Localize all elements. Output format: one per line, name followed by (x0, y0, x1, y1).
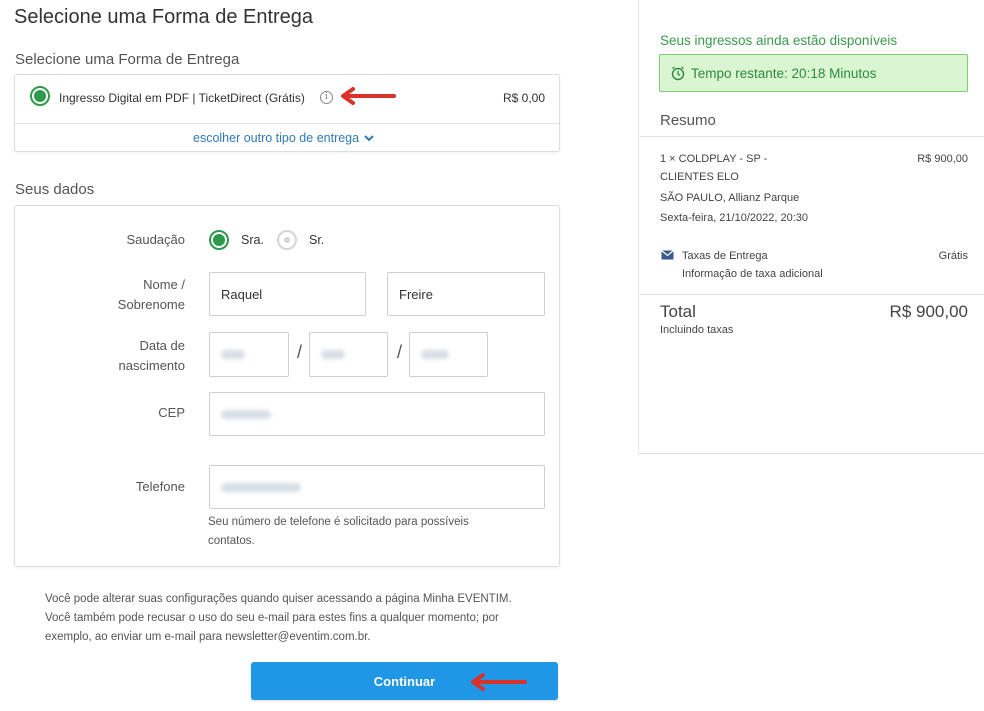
total-note: Incluindo taxas (660, 324, 734, 336)
salutation-label: Saudação (126, 232, 185, 247)
phone-hint: Seu número de telefone é solicitado para… (208, 513, 469, 551)
redacted-value (221, 482, 301, 492)
delivery-option-radio[interactable] (30, 86, 50, 106)
privacy-line1: Você pode alterar suas configurações qua… (45, 593, 512, 605)
item-price: R$ 900,00 (917, 153, 968, 165)
privacy-notice: Você pode alterar suas configurações qua… (45, 590, 512, 647)
sidebar-left-border (638, 0, 639, 453)
total-label: Total (660, 302, 696, 321)
salutation-option-sra[interactable]: Sra. (209, 230, 264, 250)
change-delivery-link-label: escolher outro tipo de entrega (193, 131, 360, 145)
birth-day-field[interactable] (209, 332, 289, 377)
delivery-card: Ingresso Digital em PDF | TicketDirect (… (14, 74, 560, 152)
radio-sra[interactable] (209, 230, 229, 250)
change-delivery-link[interactable]: escolher outro tipo de entrega (193, 131, 374, 145)
name-label: Nome / Sobrenome (75, 275, 185, 315)
alarm-clock-icon (671, 66, 685, 81)
event-date: Sexta-feira, 21/10/2022, 20:30 (660, 212, 808, 224)
divider (15, 123, 559, 124)
redacted-value (221, 409, 271, 419)
delivery-option-price: R$ 0,00 (502, 91, 545, 105)
summary-title: Resumo (660, 112, 716, 129)
delivery-option-label: Ingresso Digital em PDF | TicketDirect (… (59, 91, 305, 105)
date-separator: / (297, 342, 303, 362)
fee-note-link[interactable]: Informação de taxa adicional (682, 265, 823, 283)
sidebar-bottom-border (638, 453, 984, 454)
radio-sra-label: Sra. (241, 233, 264, 247)
cep-field[interactable] (209, 392, 545, 436)
birth-year-field[interactable] (409, 332, 488, 377)
timer-box: Tempo restante: 20:18 Minutos (659, 54, 968, 92)
phone-label: Telefone (135, 479, 185, 494)
fee-label: Taxas de Entrega (682, 250, 768, 262)
birthdate-label: Data de nascimento (75, 336, 185, 376)
redacted-value (421, 350, 449, 359)
last-name-field[interactable]: Freire (387, 272, 545, 316)
phone-field[interactable] (209, 465, 545, 509)
envelope-icon (661, 250, 674, 260)
redacted-value (321, 350, 345, 359)
divider (640, 136, 984, 137)
redacted-value (221, 350, 245, 359)
venue: SÃO PAULO, Allianz Parque (660, 192, 800, 204)
divider (640, 294, 984, 295)
birthdate-label-line1: Data de (139, 338, 185, 353)
date-separator: / (397, 342, 403, 362)
name-label-line2: Sobrenome (117, 297, 185, 312)
privacy-line3: exemplo, ao enviar um e-mail para newsle… (45, 631, 371, 643)
phone-hint-line1: Seu número de telefone é solicitado para… (208, 516, 469, 528)
delivery-option[interactable]: Ingresso Digital em PDF | TicketDirect (… (15, 75, 559, 123)
salutation-option-sr[interactable]: Sr. (277, 230, 324, 250)
fee-value: Grátis (938, 250, 968, 262)
annotation-arrow (341, 87, 396, 105)
personal-section-title: Seus dados (15, 181, 95, 198)
availability-message: Seus ingressos ainda estão disponíveis (660, 33, 898, 48)
birth-month-field[interactable] (309, 332, 388, 377)
annotation-arrow (471, 673, 527, 691)
personal-data-card: Saudação Sra. Sr. Nome / Sobrenome Raque… (14, 205, 560, 567)
radio-sr-label: Sr. (309, 233, 325, 247)
name-label-line1: Nome / (143, 277, 185, 292)
item-name-line1: 1 × COLDPLAY - SP - (660, 153, 768, 165)
privacy-line2: Você também pode recusar o uso do seu e-… (45, 612, 499, 624)
page-title: Selecione uma Forma de Entrega (14, 6, 314, 28)
item-name: 1 × COLDPLAY - SP - CLIENTES ELO (660, 150, 767, 186)
first-name-field[interactable]: Raquel (209, 272, 366, 316)
radio-sr[interactable] (277, 230, 297, 250)
cep-label: CEP (158, 405, 185, 420)
birthdate-label-line2: nascimento (118, 358, 185, 373)
phone-hint-line2: contatos. (208, 535, 255, 547)
item-name-line2: CLIENTES ELO (660, 171, 739, 183)
total-value: R$ 900,00 (889, 302, 968, 321)
info-circle-icon[interactable]: i (320, 91, 333, 104)
timer-text: Tempo restante: 20:18 Minutos (691, 65, 877, 81)
delivery-section-title: Selecione uma Forma de Entrega (15, 51, 240, 68)
chevron-down-icon (364, 134, 374, 141)
